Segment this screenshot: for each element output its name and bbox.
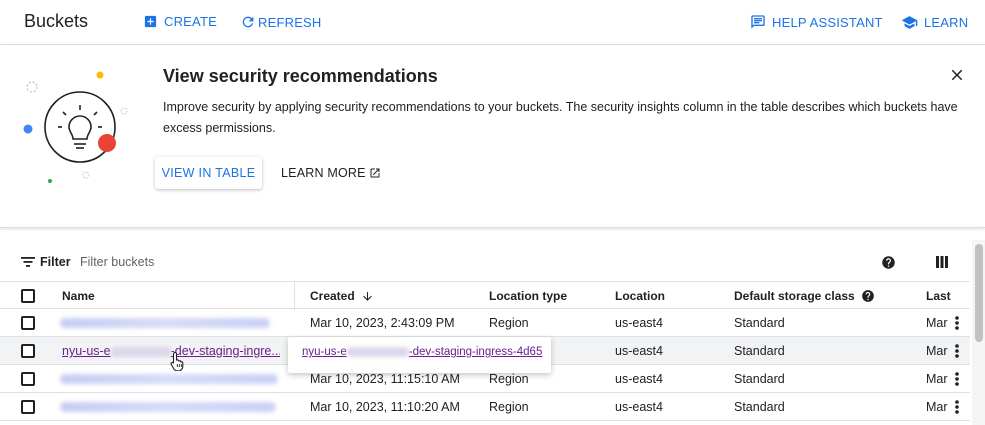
redacted-bucket-name[interactable]	[60, 318, 270, 328]
location-type-cell: Region	[489, 316, 529, 330]
learn-more-label: LEARN MORE	[281, 166, 366, 180]
select-all-checkbox[interactable]	[21, 289, 35, 303]
view-in-table-button[interactable]: VIEW IN TABLE	[155, 157, 262, 189]
banner-description: Improve security by applying security re…	[163, 100, 958, 135]
location-cell: us-east4	[615, 316, 663, 330]
refresh-icon	[242, 16, 254, 28]
more-vert-icon[interactable]	[955, 400, 959, 414]
column-header-label: Last	[926, 289, 951, 303]
column-header-label: Location	[615, 289, 665, 303]
redacted-bucket-name[interactable]	[60, 374, 278, 384]
table-row[interactable]: Mar 10, 2023, 11:10:20 AM Region us-east…	[0, 393, 970, 421]
more-vert-icon[interactable]	[955, 372, 959, 386]
created-cell: Mar 10, 2023, 2:43:09 PM	[310, 316, 455, 330]
column-header-storage-class[interactable]: Default storage class	[734, 289, 875, 303]
top-bar: Buckets CREATE REFRESH HELP ASSISTANT LE…	[0, 0, 985, 44]
table-row[interactable]: Mar 10, 2023, 2:43:09 PM Region us-east4…	[0, 309, 970, 337]
row-checkbox[interactable]	[21, 400, 35, 414]
row-checkbox[interactable]	[21, 316, 35, 330]
more-vert-icon[interactable]	[955, 344, 959, 358]
column-header-label: Created	[310, 289, 355, 303]
learn-button[interactable]: LEARN	[901, 14, 968, 31]
column-header-label: Name	[62, 289, 95, 303]
columns-icon[interactable]	[936, 256, 948, 268]
school-icon	[901, 16, 918, 29]
filter-buckets-input[interactable]	[80, 252, 380, 272]
more-vert-icon[interactable]	[955, 316, 959, 330]
table-header: Name Created Location type Location Defa…	[0, 281, 970, 310]
close-icon[interactable]	[948, 66, 966, 84]
column-header-location-type[interactable]: Location type	[489, 289, 567, 303]
security-lightbulb-illustration	[23, 71, 128, 183]
column-divider[interactable]	[294, 282, 295, 310]
learn-more-link[interactable]: LEARN MORE	[281, 166, 381, 180]
last-cell: Mar	[926, 316, 948, 330]
tooltip-full-name: nyu-us-e -dev-staging-ingress-4d65	[302, 346, 542, 358]
filter-label: Filter	[40, 255, 71, 269]
add-box-icon	[144, 15, 157, 28]
location-cell: us-east4	[615, 400, 663, 414]
storage-class-cell: Standard	[734, 316, 785, 330]
create-label: CREATE	[164, 14, 217, 29]
column-header-label: Location type	[489, 289, 568, 303]
row-checkbox[interactable]	[21, 344, 35, 358]
bucket-name-tooltip: nyu-us-e -dev-staging-ingress-4d65	[288, 337, 551, 373]
page-title: Buckets	[24, 11, 89, 31]
location-cell: us-east4	[615, 372, 663, 386]
help-icon[interactable]	[861, 289, 875, 303]
last-cell: Mar	[926, 400, 948, 414]
column-header-last[interactable]: Last	[926, 289, 951, 303]
tooltip-name-suffix: -dev-staging-ingress-4d65	[408, 346, 543, 358]
chat-icon	[751, 15, 765, 29]
storage-class-cell: Standard	[734, 372, 785, 386]
hand-cursor-icon	[170, 351, 184, 371]
column-header-location[interactable]: Location	[615, 289, 665, 303]
redacted-text	[346, 346, 409, 357]
help-icon[interactable]	[881, 255, 896, 270]
row-checkbox[interactable]	[21, 372, 35, 386]
location-type-cell: Region	[489, 400, 529, 414]
vertical-scrollbar-thumb[interactable]	[975, 244, 983, 342]
storage-class-cell: Standard	[734, 400, 785, 414]
help-assistant-button[interactable]: HELP ASSISTANT	[750, 14, 883, 30]
help-assistant-label: HELP ASSISTANT	[772, 14, 883, 30]
redacted-bucket-name[interactable]	[60, 402, 276, 412]
filter-icon	[21, 257, 35, 267]
last-cell: Mar	[926, 372, 948, 386]
created-cell: Mar 10, 2023, 11:15:10 AM	[310, 372, 460, 386]
bucket-name-suffix: -dev-staging-ingre...	[170, 344, 280, 358]
create-button[interactable]: CREATE	[143, 14, 217, 29]
arrow-down-icon	[362, 291, 372, 301]
refresh-label: REFRESH	[258, 14, 322, 30]
column-header-label: Default storage class	[734, 289, 855, 303]
column-header-name[interactable]: Name	[62, 289, 95, 303]
security-recommendations-banner: View security recommendations Improve se…	[0, 44, 985, 228]
filter-bar: Filter	[0, 246, 970, 278]
location-cell: us-east4	[615, 344, 663, 358]
column-header-created[interactable]: Created	[310, 289, 374, 303]
bucket-name-prefix: nyu-us-e	[62, 344, 111, 358]
location-type-cell: Region	[489, 372, 529, 386]
storage-class-cell: Standard	[734, 344, 785, 358]
learn-label: LEARN	[924, 15, 969, 30]
refresh-button[interactable]: REFRESH	[240, 14, 322, 30]
banner-title: View security recommendations	[163, 66, 438, 86]
tooltip-name-prefix: nyu-us-e	[302, 346, 347, 358]
last-cell: Mar	[926, 344, 948, 358]
open-in-new-icon	[370, 168, 380, 178]
redacted-text	[110, 346, 171, 357]
created-cell: Mar 10, 2023, 11:10:20 AM	[310, 400, 460, 414]
